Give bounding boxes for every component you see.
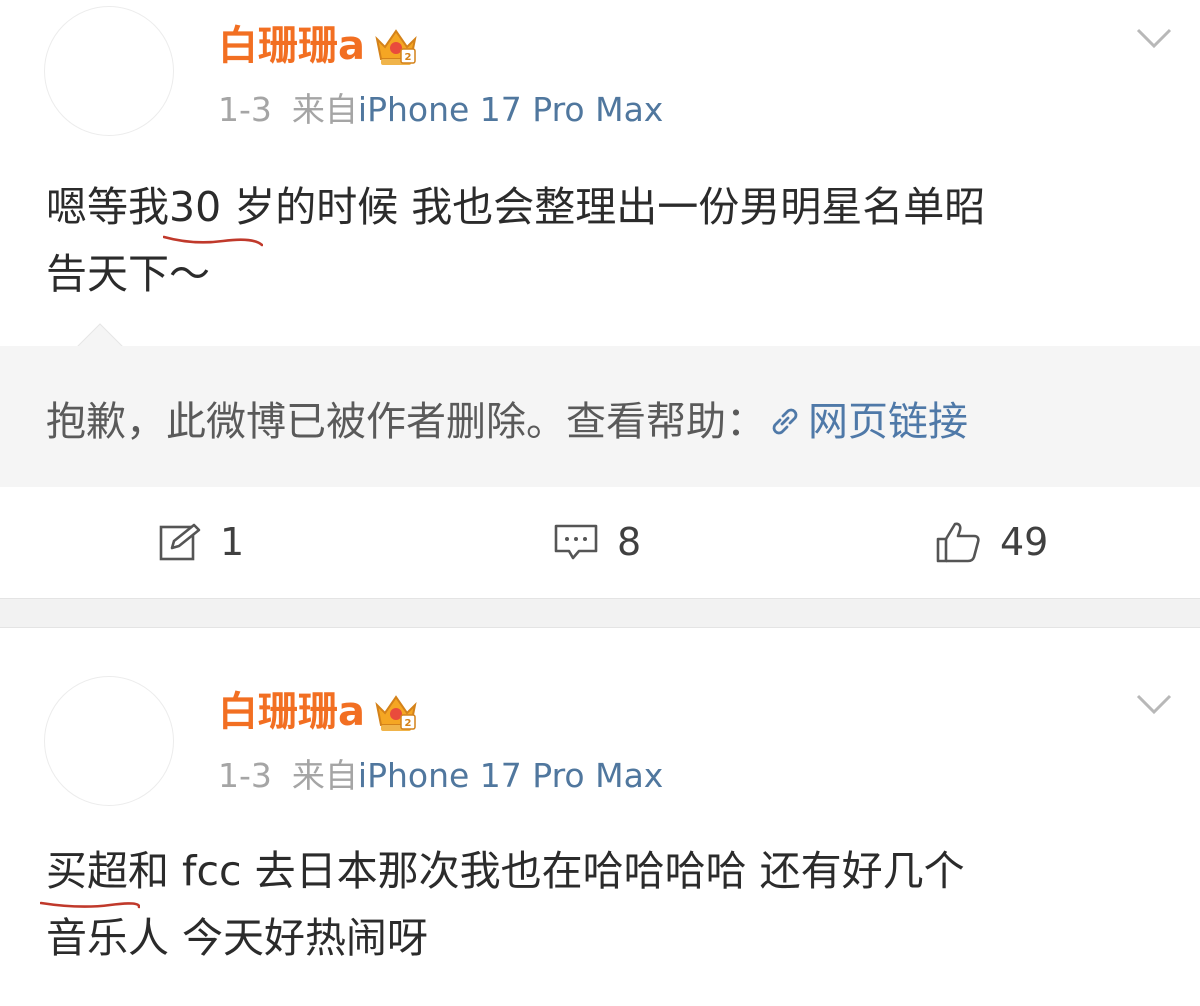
username-row[interactable]: 白珊珊a 2 <box>218 688 419 736</box>
repost-caret <box>76 323 124 348</box>
red-underline-mark <box>40 895 140 911</box>
deleted-notice: 抱歉，此微博已被作者删除。查看帮助： 网页链接 <box>46 399 968 445</box>
source-device[interactable]: iPhone 17 Pro Max <box>358 756 663 795</box>
web-link[interactable]: 网页链接 <box>766 399 968 445</box>
repost-count: 1 <box>220 520 245 564</box>
underlined-phrase: 买超和 fcc 去日本 <box>46 838 378 905</box>
avatar[interactable] <box>44 6 174 136</box>
post-date: 1-3 <box>218 756 272 795</box>
underlined-phrase: 30 岁的时候 <box>169 174 398 241</box>
repost-deleted-box[interactable]: 抱歉，此微博已被作者删除。查看帮助： 网页链接 <box>0 323 1200 487</box>
source-prefix: 来自 <box>291 756 358 795</box>
post-date: 1-3 <box>218 90 272 129</box>
chevron-down-icon[interactable] <box>1134 24 1174 52</box>
post-text-line-2: 告天下～ <box>46 250 210 298</box>
repost-button[interactable]: 1 <box>158 519 244 565</box>
thumbs-up-icon <box>936 522 980 563</box>
username[interactable]: 白珊珊a <box>218 688 365 736</box>
svg-text:2: 2 <box>405 52 412 63</box>
like-count: 49 <box>1000 520 1049 564</box>
post-text-line-1: 买超和 fcc 去日本 那次我也在哈哈哈哈 还有好几个 <box>46 838 1166 905</box>
chevron-down-icon[interactable] <box>1134 690 1174 718</box>
post-text: 买超和 fcc 去日本 那次我也在哈哈哈哈 还有好几个 音乐人 今天好热闹呀 <box>46 838 1166 972</box>
link-icon <box>772 408 798 435</box>
comment-count: 8 <box>617 520 642 564</box>
avatar[interactable] <box>44 676 174 806</box>
svg-text:2: 2 <box>405 718 412 729</box>
post-text-line-1: 嗯等我30 岁的时候 我也会整理出一份男明星名单昭 <box>46 174 1166 241</box>
source-prefix: 来自 <box>291 90 358 129</box>
weibo-post-1: 白珊珊a 2 1-3 来自iPhone 17 Pro Max 嗯等我30 岁的时候… <box>0 0 1200 598</box>
comment-button[interactable]: 8 <box>553 519 641 565</box>
like-button[interactable]: 49 <box>934 519 1048 565</box>
username[interactable]: 白珊珊a <box>218 22 365 70</box>
post-text-line-2: 音乐人 今天好热闹呀 <box>46 914 429 962</box>
repost-icon <box>159 523 201 561</box>
red-underline-mark <box>163 231 263 247</box>
username-row[interactable]: 白珊珊a 2 <box>218 22 419 70</box>
weibo-post-2: 白珊珊a 2 1-3 来自iPhone 17 Pro Max 买超和 fcc 去日… <box>0 628 1200 1006</box>
source-device[interactable]: iPhone 17 Pro Max <box>358 90 663 129</box>
post-text: 嗯等我30 岁的时候 我也会整理出一份男明星名单昭 告天下～ <box>46 174 1166 308</box>
comment-icon <box>554 524 598 560</box>
crown-badge-icon: 2 <box>375 29 417 65</box>
post-actions: 1 8 49 <box>0 487 1200 597</box>
post-meta: 1-3 来自iPhone 17 Pro Max <box>218 90 663 130</box>
post-separator <box>0 598 1200 628</box>
post-meta: 1-3 来自iPhone 17 Pro Max <box>218 756 663 796</box>
crown-badge-icon: 2 <box>375 695 417 731</box>
